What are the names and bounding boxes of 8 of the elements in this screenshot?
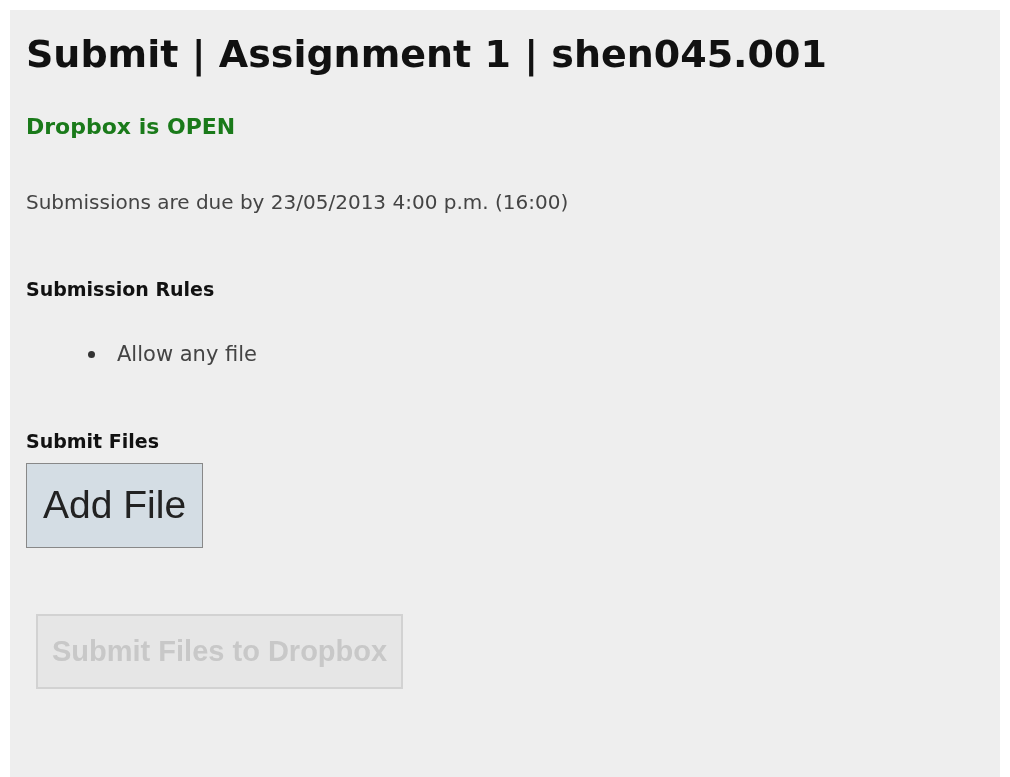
due-date-text: Submissions are due by 23/05/2013 4:00 p.m. (16:00) [26,188,570,216]
dropbox-status: Dropbox is OPEN [26,112,237,141]
bullet-icon [88,351,95,359]
section-heading: Submission Rules [26,276,216,302]
section-heading: Submit Files [26,428,161,454]
rule-item: Allow any file [117,341,257,369]
page-title: Submit | Assignment 1 | shen045.001 [26,32,828,78]
add-file-button[interactable]: Add File [26,463,204,548]
